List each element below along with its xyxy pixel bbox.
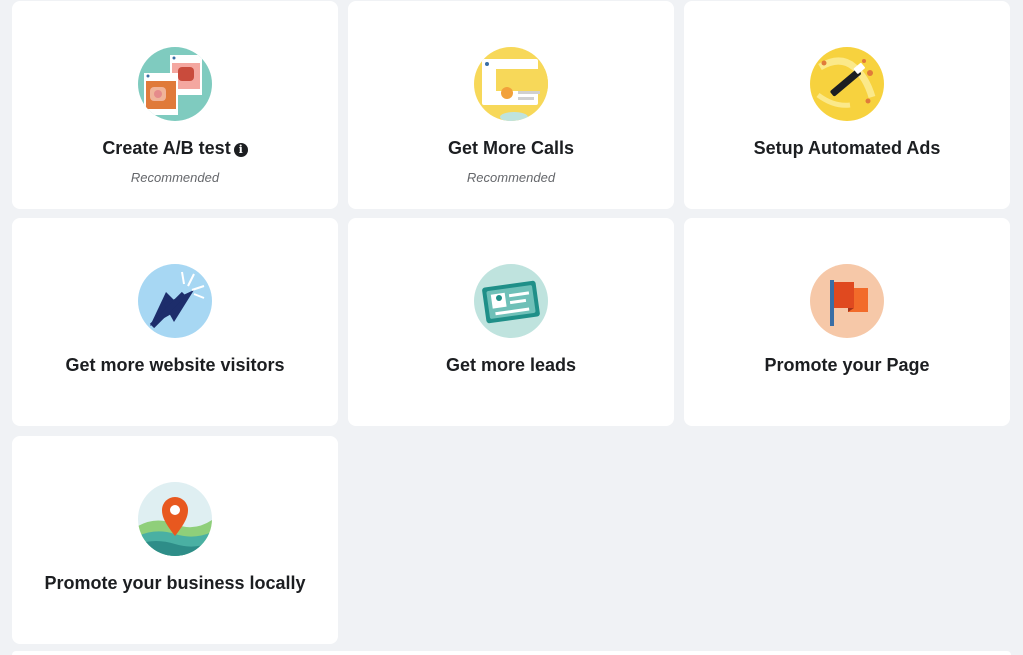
card-title: Setup Automated Ads: [753, 138, 941, 158]
card-title: Get more leads: [445, 355, 577, 375]
card-create-ab-test[interactable]: Create A/B test i Recommended: [12, 1, 338, 209]
card-get-more-leads[interactable]: Get more leads: [348, 218, 674, 426]
card-promote-business-locally[interactable]: Promote your business locally: [12, 436, 338, 644]
magic-wand-icon: [810, 47, 884, 121]
card-title: Create A/B test i: [12, 137, 338, 159]
card-title: Promote your Page: [764, 355, 930, 375]
id-card-icon: [474, 264, 548, 338]
card-title: Promote your business locally: [44, 573, 306, 593]
card-title: Get More Calls: [447, 138, 575, 158]
ab-test-icon: [138, 47, 212, 121]
card-title-text: Create A/B test: [102, 138, 231, 158]
card-title: Get more website visitors: [65, 355, 285, 375]
next-row-edge: [12, 651, 1011, 655]
flag-icon: [810, 264, 884, 338]
recommended-label: Recommended: [466, 170, 556, 185]
card-setup-automated-ads[interactable]: Setup Automated Ads: [684, 1, 1010, 209]
card-promote-your-page[interactable]: Promote your Page: [684, 218, 1010, 426]
cursor-click-icon: [138, 264, 212, 338]
phone-call-icon: [474, 47, 548, 121]
info-icon[interactable]: i: [233, 143, 248, 157]
card-get-more-website-visitors[interactable]: Get more website visitors: [12, 218, 338, 426]
card-get-more-calls[interactable]: Get More Calls Recommended: [348, 1, 674, 209]
location-pin-icon: [138, 482, 212, 556]
recommended-label: Recommended: [130, 170, 220, 185]
